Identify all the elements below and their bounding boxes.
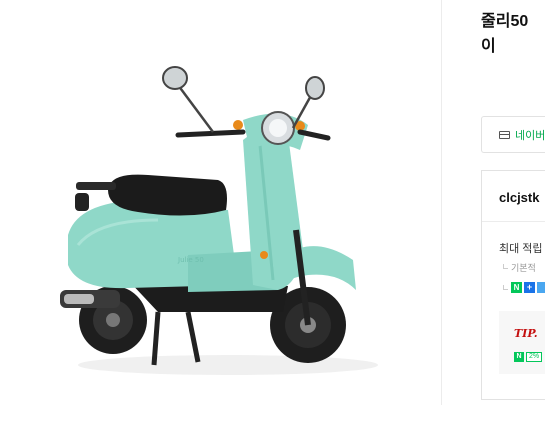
seat [108,174,227,216]
seller-divider [482,221,545,222]
seller-box: clcjstk 최대 적립 기본적 N + TIP. N 2% [481,170,545,400]
seller-name[interactable]: clcjstk [499,190,539,205]
tip-box: TIP. N 2% [499,311,545,374]
side-logo: Julie 50 [177,256,204,264]
plus-badge: + [524,282,535,293]
card-icon [499,130,510,139]
points-badges: N + [503,282,545,293]
product-title: 줄리50 이 [481,9,545,59]
naver-pay-button[interactable]: 네이버 [481,116,545,153]
points-title: 최대 적립 [499,243,543,255]
membership-badge [537,282,545,293]
naver-pay-label: 네이버 [515,129,545,142]
branch-icon [503,264,508,269]
turn-signal-left [233,120,243,130]
points-sub: 기본적 [503,261,536,274]
ground-shadow [78,355,378,375]
naver-n-badge: N [511,282,522,293]
product-image[interactable]: Julie 50 [38,50,408,390]
branch-icon [503,285,508,290]
points-sub-label: 기본적 [511,263,536,273]
rear-rack [76,182,116,190]
product-title-line2: 이 [481,38,496,55]
column-divider [441,0,442,405]
mirror-left [162,66,188,90]
product-title-line1: 줄리50 [481,13,529,30]
percent-badge: 2% [526,352,543,362]
naver-n-badge: N [514,352,524,362]
tip-badges: N 2% [514,352,543,362]
mirror-right [305,76,325,100]
tip-label: TIP. [514,327,538,340]
